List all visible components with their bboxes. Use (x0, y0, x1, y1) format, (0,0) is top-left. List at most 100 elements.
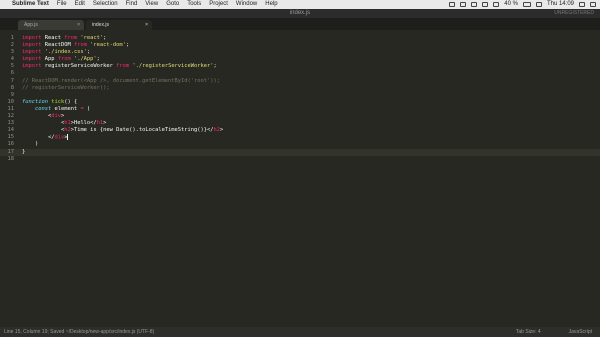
identifier: App (41, 56, 58, 63)
menu-tools[interactable]: Tools (187, 0, 201, 9)
function-name: tick (47, 98, 65, 105)
string-literal: 'react' (77, 35, 104, 41)
string-literal: 'react-dom' (86, 42, 126, 49)
punctuation: > (60, 113, 65, 120)
punctuation: > (220, 127, 224, 134)
menu-edit[interactable]: Edit (75, 0, 85, 9)
text-cursor (67, 134, 69, 141)
jsx-text: >Hello</ (70, 120, 97, 127)
jsx-tag: div (51, 113, 61, 120)
semicolon: ; (86, 49, 91, 56)
keyword: import (22, 49, 42, 56)
keyword: import (22, 63, 42, 70)
wifi-icon[interactable] (482, 2, 489, 7)
code-line: <h2>Time is {new Date().toLocaleTimeStri… (22, 127, 223, 134)
menu-goto[interactable]: Goto (166, 0, 179, 9)
battery-percent: 40 % (504, 1, 518, 7)
code-line: function tick() { (22, 99, 223, 106)
identifier: element (51, 105, 81, 112)
code-line: <div> (22, 113, 223, 120)
status-icon[interactable] (471, 2, 478, 7)
code-line: ) (22, 141, 39, 148)
punctuation: ( (83, 105, 91, 112)
string-literal: './App' (70, 56, 97, 63)
status-icon[interactable] (449, 2, 456, 7)
semicolon: ; (96, 56, 100, 63)
line-number: 17 (7, 148, 15, 155)
menu-view[interactable]: View (145, 0, 158, 9)
semicolon: ; (213, 63, 217, 70)
close-icon[interactable]: × (145, 20, 148, 30)
code-area[interactable]: import React from 'react'; import ReactD… (22, 35, 223, 163)
menu-file[interactable]: File (57, 0, 67, 9)
punctuation: </ (22, 134, 55, 141)
line-number: 4 (10, 56, 14, 63)
title-bar: index.js UNREGISTERED (0, 9, 600, 18)
menu-find[interactable]: Find (126, 0, 138, 9)
menu-help[interactable]: Help (265, 0, 277, 9)
punctuation: < (22, 113, 52, 120)
line-number: 10 (7, 98, 15, 105)
clock[interactable]: Thu 14:09 (547, 0, 574, 9)
punctuation: < (22, 120, 65, 127)
line-number: 9 (10, 91, 14, 98)
keyword: from (73, 42, 87, 49)
line-number: 5 (10, 63, 14, 70)
tab-app-js[interactable]: App.js × (18, 20, 84, 30)
line-number: 2 (10, 42, 14, 49)
line-number: 11 (7, 105, 15, 112)
code-line: import registerServiceWorker from './reg… (22, 63, 223, 70)
unregistered-label: UNREGISTERED (554, 10, 594, 16)
line-number: 13 (7, 120, 15, 127)
line-number: 18 (7, 155, 15, 162)
line-number-gutter: 1 2 3 4 5 6 7 8 9 10 11 12 13 14 15 16 1… (0, 35, 16, 163)
volume-icon[interactable] (493, 2, 500, 7)
jsx-tag: div (54, 134, 65, 141)
menu-selection[interactable]: Selection (93, 0, 118, 9)
code-line: import ReactDOM from 'react-dom'; (22, 42, 223, 49)
menu-list-icon[interactable] (590, 2, 596, 7)
line-number: 3 (10, 49, 14, 56)
keyboard-icon[interactable] (535, 2, 542, 7)
menu-window[interactable]: Window (236, 0, 257, 9)
code-line: import './index.css'; (22, 49, 223, 56)
code-line: } (22, 148, 26, 155)
status-icon[interactable] (460, 2, 467, 7)
line-number: 6 (10, 70, 14, 77)
identifier: registerServiceWorker (41, 63, 117, 70)
close-icon[interactable]: × (77, 20, 80, 30)
identifier: ReactDOM (41, 42, 74, 49)
window-title: index.js (289, 10, 311, 16)
line-number: 1 (10, 35, 14, 41)
tab-bar: App.js × index.js × (0, 18, 600, 30)
keyword: from (116, 63, 130, 70)
keyword: import (22, 56, 42, 63)
search-icon[interactable] (579, 2, 585, 7)
punctuation: () { (64, 98, 78, 105)
menu-project[interactable]: Project (209, 0, 228, 9)
code-line: <h1>Hello</h1> (22, 120, 223, 127)
identifier: React (41, 35, 65, 41)
tab-label: App.js (24, 22, 38, 28)
tab-size[interactable]: Tab Size: 4 (516, 327, 541, 337)
syntax-mode[interactable]: JavaScript (569, 327, 592, 337)
code-line: import App from './App'; (22, 56, 223, 63)
line-number: 7 (10, 77, 14, 84)
menu-bar: Sublime Text File Edit Selection Find Vi… (0, 0, 600, 9)
code-line: import React from 'react'; (22, 35, 223, 42)
keyword: from (57, 56, 71, 63)
tab-index-js[interactable]: index.js × (86, 20, 152, 30)
keyword: import (22, 35, 42, 41)
code-editor[interactable]: 1 2 3 4 5 6 7 8 9 10 11 12 13 14 15 16 1… (0, 30, 600, 327)
comment-line: // registerServiceWorker(); (22, 84, 110, 91)
battery-icon[interactable] (522, 2, 531, 7)
string-literal: './registerServiceWorker' (129, 63, 214, 70)
app-menu[interactable]: Sublime Text (12, 0, 49, 9)
line-number: 12 (7, 113, 15, 120)
keyword: from (64, 35, 78, 41)
comment-line: // ReactDOM.render(<App />, document.get… (22, 77, 220, 84)
code-line: const element = ( (22, 106, 223, 113)
